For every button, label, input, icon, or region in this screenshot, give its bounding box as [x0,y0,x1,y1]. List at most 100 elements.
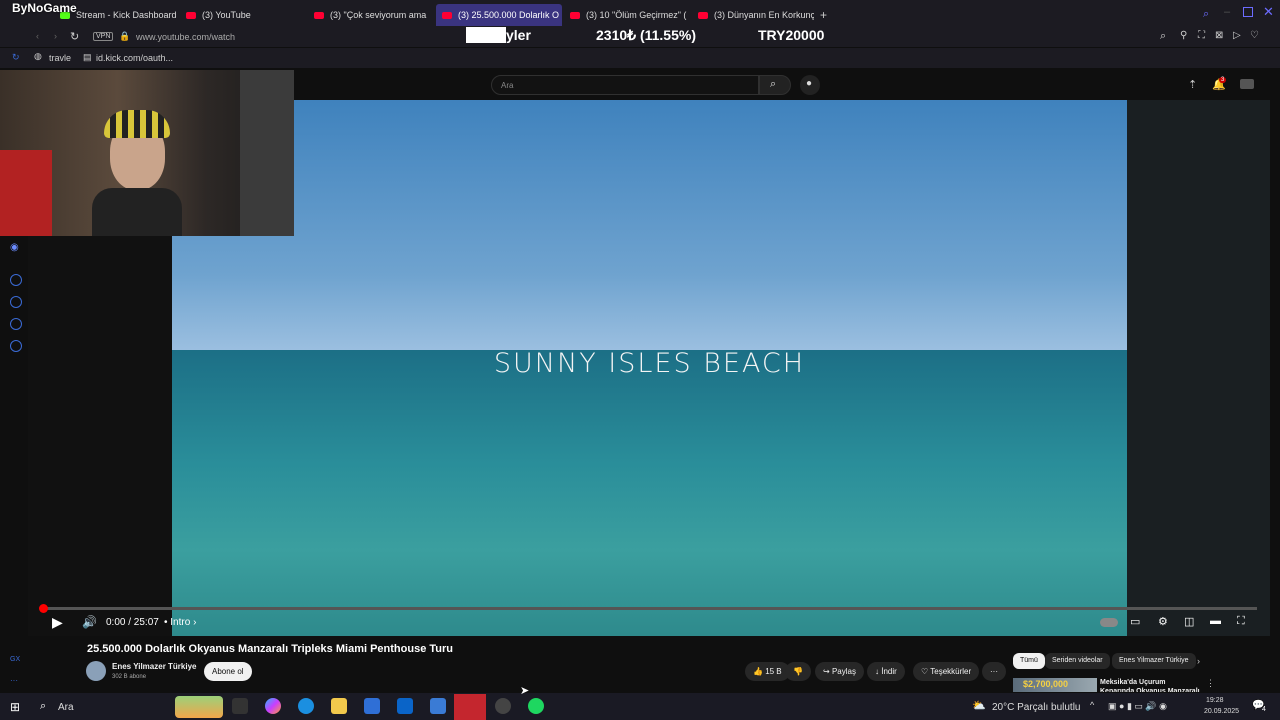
search-tabs-icon[interactable]: ⌕ [1203,8,1209,21]
search-input[interactable]: Ara [491,75,759,95]
doc-icon: ▤ [83,52,92,62]
vpn-badge[interactable]: VPN [93,32,114,41]
channel-name[interactable]: Enes Yilmazer Türkiye [112,662,197,671]
pin-icon[interactable]: ⚲ [1180,30,1187,41]
subtitles-icon[interactable]: ▭ [1130,615,1140,628]
tab-cok-seviyorum[interactable]: (3) "Çok seviyorum ama [308,4,434,26]
shield-icon[interactable]: ⊠ [1215,30,1223,41]
fullscreen-icon[interactable]: ⛶ [1237,615,1245,628]
snapshot-icon[interactable]: ⛶ [1198,30,1205,41]
chips-next-icon[interactable]: › [1197,656,1200,666]
tab-label: (3) Dünyanın En Korkunç [714,10,814,20]
new-tab-plus-icon[interactable]: + [820,8,827,22]
bookmark-kick-oauth[interactable]: id.kick.com/oauth... [96,53,173,63]
bookmarks-bar: ↻ ◍ travle ▤ id.kick.com/oauth... [0,48,1280,68]
video-player[interactable]: SUNNY ISLES BEACH E y [172,100,1127,636]
tab-label: Stream - Kick Dashboard [76,10,177,20]
tab-dunyanin-en-korkunc[interactable]: (3) Dünyanın En Korkunç [692,4,814,26]
more-icon[interactable]: ··· [10,676,18,685]
maximize-icon[interactable] [1243,7,1253,17]
minimize-icon[interactable]: – [1224,6,1230,18]
chip-series[interactable]: Seriden videolar [1045,653,1110,669]
history-icon[interactable] [10,296,22,308]
tab-active-video[interactable]: (3) 25.500.000 Dolarlık O [436,4,562,26]
door [240,70,294,236]
voice-search-button[interactable]: ● [800,75,820,95]
file-explorer-icon[interactable] [331,698,347,714]
next-video-thumbnail[interactable]: $2,700,000 [1013,678,1097,692]
share-button[interactable]: ↪ Paylaş [815,662,864,681]
tray-icons[interactable]: ▣ ● ▮ ▭ 🔊 ◉ [1108,701,1167,712]
search-icon: ⌕ [770,78,777,90]
weather-text[interactable]: 20°C Parçalı bulutlu [992,702,1081,713]
settings-gear-icon[interactable]: ⚙ [1158,615,1168,628]
tray-overflow-icon[interactable]: ^ [1090,700,1094,710]
thanks-button[interactable]: ♡ Teşekkürler [913,662,980,681]
bookmark-travle[interactable]: travle [49,53,71,63]
next-video-title[interactable]: Meksika'da Uçurum Kenarında Okyanus Manz… [1100,678,1200,692]
video-overlay-title: SUNNY ISLES BEACH [493,348,806,379]
like-button[interactable]: 👍 15 B [745,662,790,681]
miniplayer-icon[interactable]: ◫ [1184,615,1194,628]
app-icon[interactable] [430,698,446,714]
subscribe-button[interactable]: Abone ol [204,662,252,681]
outlook-icon[interactable] [397,698,413,714]
taskbar-search-icon[interactable]: ⌕ [40,700,46,713]
heart-icon[interactable]: ♡ [1250,30,1259,41]
video-title: 25.500.000 Dolarlık Okyanus Manzaralı Tr… [87,643,453,655]
copilot-icon[interactable] [265,698,281,714]
video-sky [172,100,1127,350]
play-button-icon[interactable]: ▶ [52,614,63,631]
download-button[interactable]: ↓ İndir [867,662,905,681]
settings-icon[interactable] [10,340,22,352]
ticker-text-1: yler [506,27,531,43]
task-view-icon[interactable] [232,698,248,714]
theater-mode-icon[interactable]: ▬ [1210,615,1221,627]
store-icon[interactable] [364,698,380,714]
forward-icon[interactable]: › [54,31,57,41]
spotify-icon[interactable] [528,698,544,714]
tab-olum-gecirmez[interactable]: (3) 10 "Ölüm Geçirmez" ( [564,4,690,26]
tab-youtube[interactable]: (3) YouTube [180,4,306,26]
chip-channel[interactable]: Enes Yilmazer Türkiye [1112,653,1196,669]
more-actions-button[interactable]: ··· [982,662,1006,681]
clock-time[interactable]: 19:28 [1206,697,1224,704]
zoom-icon[interactable]: ⌕ [1160,30,1166,43]
clock-date[interactable]: 20.09.2025 [1204,708,1239,715]
avatar[interactable] [1240,79,1254,89]
reload-icon[interactable]: ↻ [70,30,79,43]
chip-all[interactable]: Tümü [1013,653,1045,669]
channel-avatar[interactable] [86,661,106,681]
taskbar-search-label[interactable]: Ara [58,702,74,713]
search-button[interactable]: ⌕ [759,75,791,95]
back-icon[interactable]: ‹ [36,31,39,41]
discord-icon[interactable]: ◉ [10,242,19,253]
browser-sidebar: ◉ GX ··· [0,236,28,690]
streamer-hat [104,110,170,138]
dislike-button[interactable]: 👎 [785,662,811,681]
opera-gx-icon[interactable] [454,694,486,720]
progress-bar[interactable] [42,607,1257,610]
play-icon[interactable]: ▷ [1233,30,1241,41]
video-sea [172,350,1127,636]
sync-icon[interactable]: ↻ [12,52,20,63]
create-icon[interactable]: ⇡ [1188,78,1197,91]
streamer-shirt [92,188,182,236]
windows-start-icon[interactable]: ⊞ [10,700,20,714]
autoplay-toggle[interactable] [1100,618,1118,627]
mic-icon: ● [806,78,813,89]
player-icon[interactable] [10,274,22,286]
close-icon[interactable]: ✕ [1263,4,1274,20]
lock-icon: 🔒 [119,31,131,41]
extensions-icon[interactable] [10,318,22,330]
thumbs-up-icon: 👍 [753,667,766,676]
search-highlight-image[interactable] [175,696,223,718]
obs-icon[interactable] [495,698,511,714]
chapter-label[interactable]: • Intro › [164,617,196,628]
edge-icon[interactable] [298,698,314,714]
gx-icon[interactable]: GX [10,656,20,663]
thumbs-down-icon: 👎 [793,667,803,676]
next-video-menu-icon[interactable]: ⋮ [1206,678,1215,689]
volume-icon[interactable]: 🔊 [82,615,97,629]
url-text[interactable]: www.youtube.com/watch [136,32,235,42]
